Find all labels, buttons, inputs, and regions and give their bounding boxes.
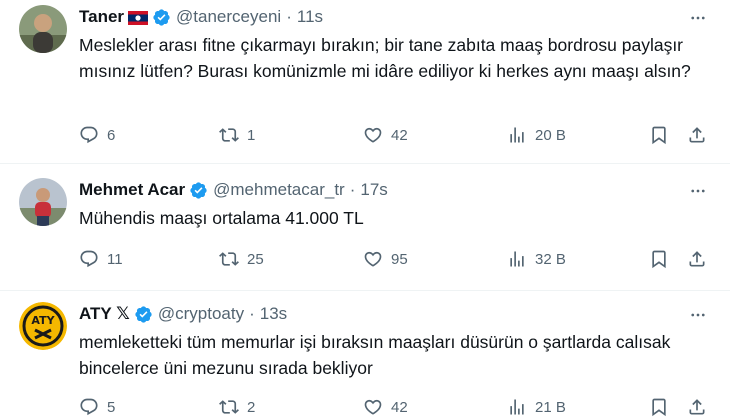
views-button[interactable]: 32 B	[507, 247, 566, 271]
share-button[interactable]	[687, 247, 707, 271]
reply-icon	[80, 398, 98, 416]
more-icon[interactable]	[688, 305, 708, 325]
views-button[interactable]: 21 B	[507, 395, 566, 419]
views-count: 32 B	[535, 250, 566, 268]
bookmark-icon	[652, 126, 666, 145]
display-name[interactable]: Taner	[79, 7, 124, 27]
share-icon	[689, 127, 705, 143]
views-icon	[510, 251, 524, 267]
views-count: 21 B	[535, 398, 566, 416]
svg-text:ATY: ATY	[31, 314, 55, 327]
display-name[interactable]: ATY 𝕏	[79, 304, 130, 324]
reply-icon	[80, 250, 98, 268]
like-icon	[364, 251, 382, 267]
reply-icon	[80, 126, 98, 144]
repost-button[interactable]: 2	[219, 395, 255, 419]
reply-button[interactable]: 11	[79, 247, 123, 271]
laos-flag-icon	[128, 10, 149, 25]
repost-button[interactable]: 1	[219, 123, 255, 147]
share-icon	[689, 399, 705, 415]
tweet-3[interactable]: ATY ATY 𝕏 @cryptoaty · 13s memleketteki …	[0, 291, 730, 420]
avatar[interactable]	[19, 5, 67, 53]
like-count: 95	[391, 250, 408, 268]
tweet-text: Mühendis maaşı ortalama 41.000 TL	[79, 208, 364, 228]
views-icon	[510, 399, 524, 415]
repost-count: 2	[247, 398, 256, 416]
reply-count: 6	[107, 126, 116, 144]
like-button[interactable]: 95	[363, 247, 408, 271]
bookmark-icon	[652, 398, 666, 417]
like-button[interactable]: 42	[363, 123, 408, 147]
user-handle[interactable]: @cryptoaty	[158, 304, 244, 324]
bookmark-icon	[652, 250, 666, 269]
tweet-actions: 6 1 42 20 B	[79, 123, 719, 147]
bookmark-button[interactable]	[649, 123, 669, 147]
timestamp[interactable]: 13s	[260, 304, 287, 324]
repost-icon	[219, 252, 239, 266]
tweet-2[interactable]: Mehmet Acar @mehmetacar_tr · 17s Mühendi…	[0, 164, 730, 290]
reply-button[interactable]: 5	[79, 395, 115, 419]
share-button[interactable]	[687, 123, 707, 147]
like-icon	[364, 399, 382, 415]
user-handle[interactable]: @mehmetacar_tr	[213, 180, 345, 200]
verified-badge-icon	[189, 181, 208, 200]
tweet-actions: 11 25 95 32 B	[79, 247, 719, 271]
tweet-actions: 5 2 42 21 B	[79, 395, 719, 419]
tweet-text: memleketteki tüm memurlar işi bıraksın m…	[79, 332, 671, 378]
separator-dot: ·	[249, 304, 255, 323]
like-count: 42	[391, 398, 408, 416]
bookmark-button[interactable]	[649, 395, 669, 419]
more-icon[interactable]	[688, 8, 708, 28]
avatar[interactable]	[19, 178, 67, 226]
user-handle[interactable]: @tanerceyeni	[176, 7, 281, 27]
share-icon	[689, 251, 705, 267]
display-name[interactable]: Mehmet Acar	[79, 180, 185, 200]
tweet-text: Meslekler arası fitne çıkarmayı bırakın;…	[79, 35, 691, 81]
tweet-1[interactable]: Taner @tanerceyeni · 11s Meslekler arası…	[0, 0, 730, 163]
verified-badge-icon	[134, 305, 153, 324]
verified-badge-icon	[152, 8, 171, 27]
tweet-header: Mehmet Acar @mehmetacar_tr · 17s	[79, 179, 388, 201]
repost-icon	[219, 128, 239, 142]
separator-dot: ·	[349, 180, 356, 199]
more-icon[interactable]	[688, 181, 708, 201]
reply-button[interactable]: 6	[79, 123, 115, 147]
timestamp[interactable]: 11s	[297, 7, 323, 27]
repost-icon	[219, 400, 239, 414]
like-count: 42	[391, 126, 408, 144]
views-icon	[510, 127, 524, 143]
timestamp[interactable]: 17s	[360, 180, 387, 200]
tweet-header: ATY 𝕏 @cryptoaty · 13s	[79, 303, 287, 325]
repost-button[interactable]: 25	[219, 247, 264, 271]
repost-count: 25	[247, 250, 264, 268]
views-count: 20 B	[535, 126, 566, 144]
reply-count: 5	[107, 398, 116, 416]
share-button[interactable]	[687, 395, 707, 419]
like-button[interactable]: 42	[363, 395, 408, 419]
tweet-header: Taner @tanerceyeni · 11s	[79, 6, 323, 28]
bookmark-button[interactable]	[649, 247, 669, 271]
views-button[interactable]: 20 B	[507, 123, 566, 147]
separator-dot: ·	[286, 7, 292, 26]
repost-count: 1	[247, 126, 256, 144]
like-icon	[364, 127, 382, 143]
avatar[interactable]: ATY	[19, 302, 67, 350]
reply-count: 11	[107, 250, 123, 268]
